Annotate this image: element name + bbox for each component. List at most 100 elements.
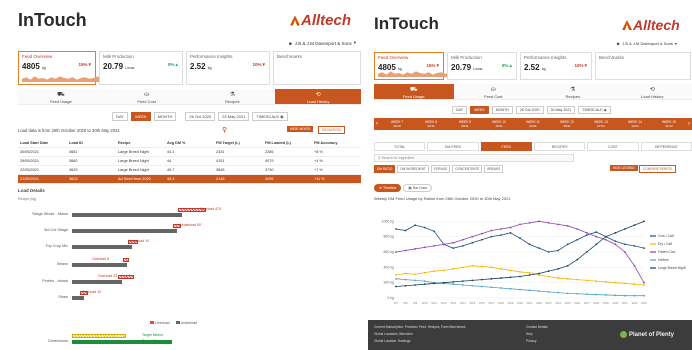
tab-bar-data[interactable]: ▦ Bar Data bbox=[403, 184, 432, 192]
data-point[interactable] bbox=[538, 247, 540, 250]
data-point[interactable] bbox=[604, 281, 607, 283]
data-point[interactable] bbox=[528, 289, 531, 292]
data-point[interactable] bbox=[538, 274, 540, 276]
data-point[interactable] bbox=[442, 281, 445, 284]
data-point[interactable] bbox=[404, 249, 407, 252]
series-line[interactable] bbox=[395, 278, 644, 297]
data-point[interactable] bbox=[557, 249, 560, 252]
subtab-total[interactable]: TOTAL bbox=[374, 142, 426, 151]
kpi-card[interactable]: Feed Overview 4805 kg 15%▼ bbox=[374, 52, 458, 80]
data-point[interactable] bbox=[395, 251, 397, 253]
week-cell[interactable]: WEEK 14 14/12 bbox=[618, 120, 652, 128]
data-point[interactable] bbox=[547, 290, 550, 293]
data-point[interactable] bbox=[528, 221, 531, 224]
timescale-button[interactable]: TIMESCALE ◉ bbox=[578, 106, 611, 114]
data-point[interactable] bbox=[614, 294, 617, 297]
data-point[interactable] bbox=[433, 244, 436, 247]
filter-pill[interactable]: FORAGE bbox=[430, 165, 451, 173]
range-week-button[interactable]: WEEK bbox=[470, 106, 489, 114]
data-point[interactable] bbox=[595, 293, 598, 296]
data-point[interactable] bbox=[585, 234, 588, 237]
data-point[interactable] bbox=[452, 247, 455, 250]
data-point[interactable] bbox=[538, 220, 540, 223]
kpi-card[interactable]: Benchmarks bbox=[595, 52, 691, 80]
data-point[interactable] bbox=[547, 221, 550, 224]
subtab-cost[interactable]: COST bbox=[587, 142, 639, 151]
tab-feed-usage[interactable]: ⛟ Feed Usage bbox=[374, 84, 454, 100]
data-point[interactable] bbox=[528, 274, 531, 276]
subtab-recipes[interactable]: RECIPES bbox=[533, 142, 586, 151]
week-cell[interactable]: WEEK 11 23/11 bbox=[516, 120, 550, 128]
data-point[interactable] bbox=[614, 240, 617, 243]
data-point[interactable] bbox=[528, 271, 531, 274]
data-point[interactable] bbox=[414, 279, 416, 282]
data-point[interactable] bbox=[404, 229, 407, 232]
data-point[interactable] bbox=[614, 281, 617, 284]
kpi-card[interactable]: Performance Insights 2.52 kg 10%▼ bbox=[520, 52, 592, 80]
data-point[interactable] bbox=[595, 235, 598, 238]
data-point[interactable] bbox=[643, 294, 645, 297]
data-point[interactable] bbox=[395, 274, 397, 276]
data-point[interactable] bbox=[633, 264, 636, 267]
data-point[interactable] bbox=[414, 248, 416, 250]
chevron-right-icon[interactable]: › bbox=[686, 121, 692, 127]
data-point[interactable] bbox=[643, 284, 645, 286]
user-menu[interactable]: ☻ J.B & J.M Davenport & Sons ▾ bbox=[616, 41, 677, 46]
data-point[interactable] bbox=[433, 270, 436, 273]
data-point[interactable] bbox=[414, 224, 416, 227]
data-point[interactable] bbox=[547, 251, 550, 253]
tab-recipes[interactable]: ⚗ Recipes bbox=[533, 84, 613, 100]
data-point[interactable] bbox=[480, 285, 483, 288]
data-point[interactable] bbox=[461, 284, 464, 286]
data-point[interactable] bbox=[452, 267, 455, 270]
data-point[interactable] bbox=[595, 231, 598, 233]
data-point[interactable] bbox=[585, 251, 588, 253]
data-point[interactable] bbox=[480, 265, 483, 268]
data-point[interactable] bbox=[509, 276, 512, 279]
data-point[interactable] bbox=[395, 228, 397, 230]
data-point[interactable] bbox=[643, 220, 645, 223]
data-point[interactable] bbox=[528, 243, 531, 246]
subtab-dm-feed[interactable]: DM FEED bbox=[427, 142, 479, 151]
data-point[interactable] bbox=[557, 267, 560, 270]
data-point[interactable] bbox=[442, 243, 445, 246]
data-point[interactable] bbox=[547, 270, 550, 273]
data-point[interactable] bbox=[566, 243, 569, 246]
footer-privacy-link[interactable]: Privacy bbox=[526, 339, 536, 343]
footer-contact-link[interactable]: Contact Details bbox=[526, 325, 548, 329]
data-point[interactable] bbox=[461, 280, 464, 283]
data-point[interactable] bbox=[509, 269, 512, 272]
data-point[interactable] bbox=[576, 292, 579, 295]
data-point[interactable] bbox=[576, 238, 579, 241]
data-point[interactable] bbox=[595, 243, 598, 246]
data-point[interactable] bbox=[500, 228, 502, 230]
data-point[interactable] bbox=[509, 226, 512, 229]
data-point[interactable] bbox=[585, 293, 588, 296]
week-cell[interactable]: WEEK 7 26/10 bbox=[380, 120, 414, 128]
tab-load-history[interactable]: ⟲ Load History bbox=[612, 84, 692, 100]
filter-pill[interactable]: DM INGREDIENT bbox=[397, 165, 429, 173]
data-point[interactable] bbox=[557, 223, 560, 226]
data-point[interactable] bbox=[471, 235, 474, 238]
data-point[interactable] bbox=[433, 282, 436, 285]
data-point[interactable] bbox=[633, 294, 636, 297]
data-point[interactable] bbox=[585, 231, 588, 234]
date-from-field[interactable]: 26 Oct 2020 bbox=[515, 106, 544, 114]
data-point[interactable] bbox=[614, 231, 617, 234]
data-point[interactable] bbox=[423, 226, 426, 229]
data-point[interactable] bbox=[595, 280, 598, 283]
data-point[interactable] bbox=[490, 266, 493, 269]
footer-help-link[interactable]: Help bbox=[526, 332, 533, 336]
data-point[interactable] bbox=[519, 237, 521, 240]
data-point[interactable] bbox=[624, 294, 626, 297]
data-point[interactable] bbox=[585, 279, 588, 282]
data-point[interactable] bbox=[480, 278, 483, 281]
week-cell[interactable]: WEEK 8 02/11 bbox=[414, 120, 448, 128]
data-point[interactable] bbox=[614, 243, 617, 246]
hide-legend-button[interactable]: HIDE LEGEND bbox=[610, 165, 638, 171]
data-point[interactable] bbox=[461, 266, 464, 269]
data-point[interactable] bbox=[643, 281, 645, 284]
data-point[interactable] bbox=[471, 284, 474, 287]
data-point[interactable] bbox=[547, 275, 550, 278]
tab-timeline[interactable]: ≋ Timeline bbox=[374, 184, 402, 192]
